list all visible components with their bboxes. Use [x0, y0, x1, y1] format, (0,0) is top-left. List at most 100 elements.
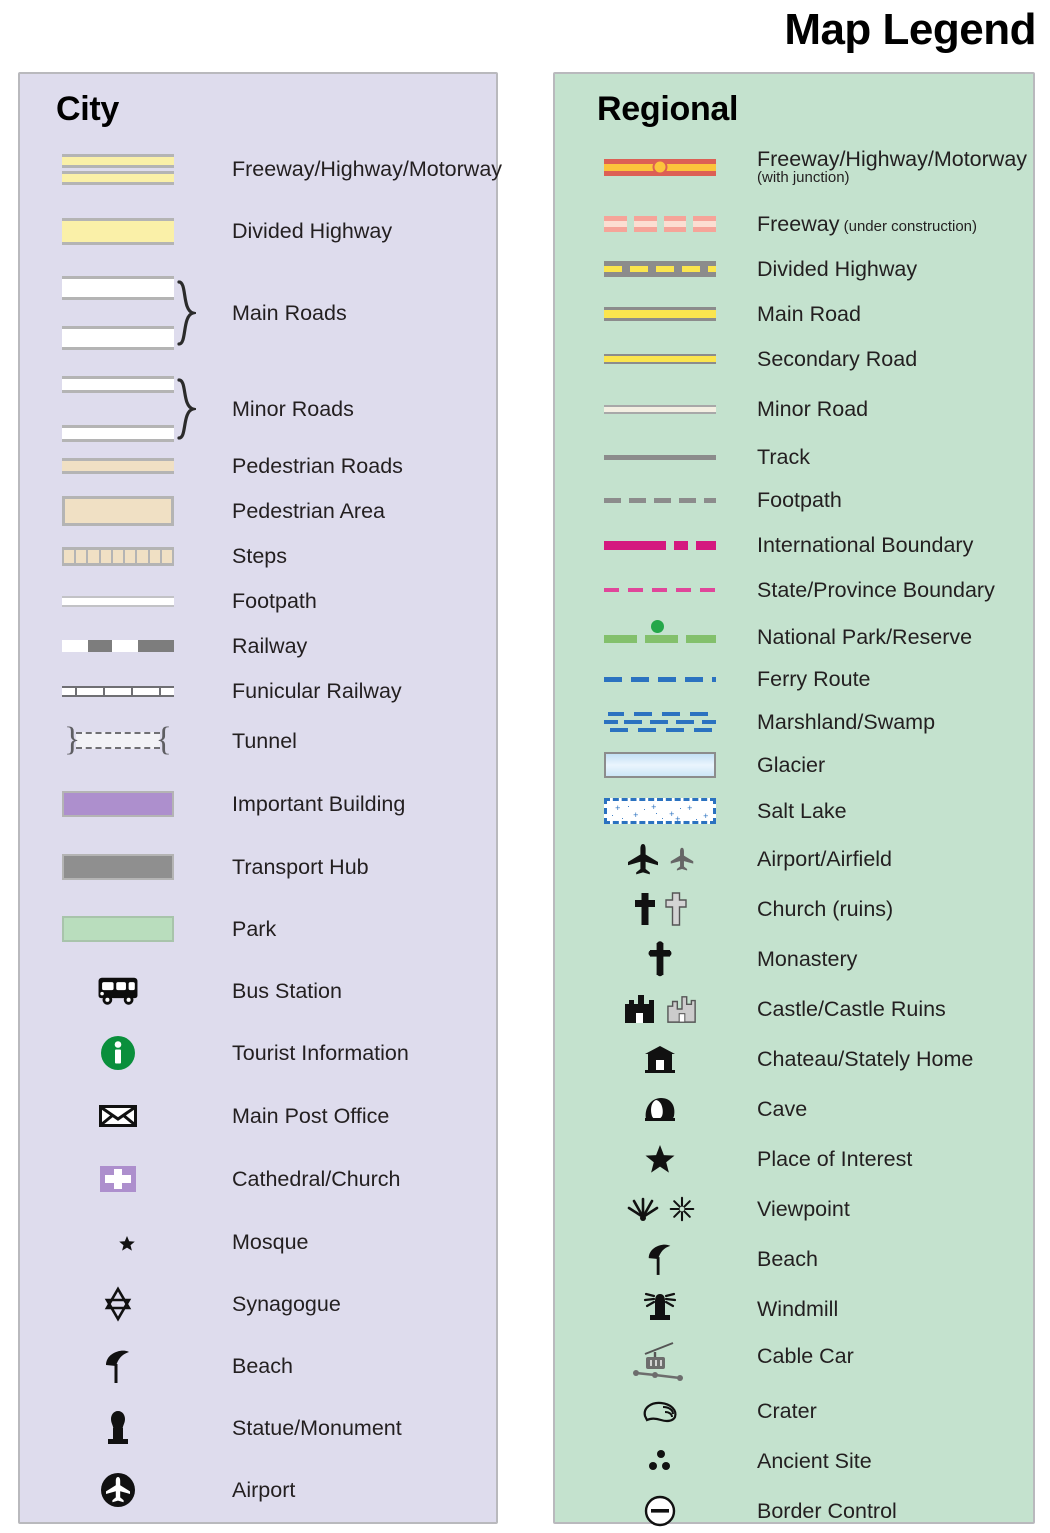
solid-gray-line-icon	[585, 442, 735, 472]
legend-item-ferry-route-regional[interactable]: Ferry Route	[555, 664, 1033, 694]
tan-road-bar-icon	[42, 451, 194, 481]
steps-hatch-bar-icon	[42, 541, 194, 571]
envelope-icon	[42, 1101, 194, 1131]
yellow-thick-line-icon	[585, 299, 735, 329]
legend-item-chateau-stately-home-regional[interactable]: Chateau/Stately Home	[555, 1044, 1033, 1074]
marsh-tick-pattern-icon	[585, 704, 735, 740]
orthodox-cross-icon	[585, 941, 735, 977]
legend-item-beach-regional[interactable]: Beach	[555, 1244, 1033, 1275]
regional-legend-panel: Regional Freeway/Highway/Motorway (with …	[553, 72, 1035, 1527]
crescent-star-icon	[42, 1227, 194, 1257]
legend-item-footpath-regional[interactable]: Footpath	[555, 485, 1033, 515]
divided-highway-bar-icon	[42, 216, 194, 246]
legend-label: Important Building	[232, 791, 406, 816]
legend-item-minor-roads-city[interactable]: Minor Roads	[20, 366, 496, 452]
legend-label: Cathedral/Church	[232, 1166, 401, 1191]
legend-item-border-control-regional[interactable]: Border Control	[555, 1495, 1033, 1527]
legend-label: Ancient Site	[757, 1448, 872, 1473]
legend-item-viewpoint-regional[interactable]: Viewpoint	[555, 1194, 1033, 1224]
two-thin-white-road-bars-icon	[42, 366, 194, 452]
information-circle-icon	[42, 1036, 194, 1070]
legend-item-funicular-railway-city[interactable]: Funicular Railway	[20, 676, 496, 706]
legend-label: Beach	[232, 1353, 293, 1378]
legend-item-cave-regional[interactable]: Cave	[555, 1094, 1033, 1124]
magenta-dash-dot-line-icon	[585, 530, 735, 560]
legend-label: State/Province Boundary	[757, 577, 995, 602]
legend-item-main-post-office-city[interactable]: Main Post Office	[20, 1101, 496, 1131]
gray-swatch-icon	[42, 852, 194, 882]
legend-item-bus-station-city[interactable]: Bus Station	[20, 976, 496, 1006]
legend-label: Cave	[757, 1096, 808, 1121]
legend-item-secondary-road-regional[interactable]: Secondary Road	[555, 344, 1033, 374]
legend-item-church-ruins-regional[interactable]: Church (ruins)	[555, 892, 1033, 926]
yellow-thin-line-icon	[585, 344, 735, 374]
legend-label: Main Road	[757, 301, 861, 326]
airplane-small-icon	[670, 847, 693, 871]
bus-icon	[42, 976, 194, 1006]
minus-circle-icon	[585, 1495, 735, 1527]
blue-dashed-line-icon	[585, 664, 735, 694]
legend-item-tourist-information-city[interactable]: Tourist Information	[20, 1036, 496, 1070]
legend-item-glacier-regional[interactable]: Glacier	[555, 750, 1033, 780]
legend-label: Cable Car	[757, 1343, 854, 1368]
legend-item-park-city[interactable]: Park	[20, 914, 496, 944]
legend-label: Monastery	[757, 946, 858, 971]
brace-icon	[176, 280, 196, 346]
legend-label: Footpath	[232, 588, 317, 613]
legend-item-marshland-swamp-regional[interactable]: Marshland/Swamp	[555, 704, 1033, 740]
legend-label: Church (ruins)	[757, 896, 894, 921]
legend-item-castle-castle-ruins-regional[interactable]: Castle/Castle Ruins	[555, 994, 1033, 1024]
legend-item-freeway-city[interactable]: Freeway/Highway/Motorway	[20, 153, 502, 185]
city-panel-heading: City	[56, 90, 120, 128]
legend-item-minor-road-regional[interactable]: Minor Road	[555, 394, 1033, 424]
legend-label: Crater	[757, 1398, 817, 1423]
legend-item-airport-airfield-regional[interactable]: Airport/Airfield	[555, 844, 1033, 875]
castle-solid-icon	[624, 995, 654, 1023]
legend-item-pedestrian-roads-city[interactable]: Pedestrian Roads	[20, 451, 496, 481]
dashed-pink-freeway-icon	[585, 209, 735, 239]
legend-item-cathedral-church-city[interactable]: Cathedral/Church	[20, 1164, 496, 1194]
legend-item-national-park-reserve-regional[interactable]: National Park/Reserve	[555, 612, 1033, 652]
legend-item-monastery-regional[interactable]: Monastery	[555, 941, 1033, 977]
legend-item-railway-city[interactable]: Railway	[20, 631, 496, 661]
legend-item-important-building-city[interactable]: Important Building	[20, 789, 496, 819]
legend-item-divided-highway-city[interactable]: Divided Highway	[20, 216, 496, 246]
viewpoint-star-icon	[669, 1196, 694, 1222]
legend-label: Minor Road	[757, 396, 869, 421]
legend-item-windmill-regional[interactable]: Windmill	[555, 1292, 1033, 1324]
legend-label: Main Post Office	[232, 1103, 390, 1128]
pink-dashed-line-icon	[585, 575, 735, 605]
legend-item-cable-car-regional[interactable]: Cable Car	[555, 1342, 1033, 1384]
legend-item-salt-lake-regional[interactable]: + + + + + + · · · · · · · · + Salt Lake	[555, 796, 1033, 826]
airplane-large-icon	[627, 844, 658, 875]
legend-item-divided-highway-regional[interactable]: Divided Highway	[555, 254, 1033, 284]
legend-item-place-of-interest-regional[interactable]: Place of Interest	[555, 1144, 1033, 1174]
legend-item-international-boundary-regional[interactable]: International Boundary	[555, 530, 1033, 560]
legend-label: Pedestrian Roads	[232, 453, 403, 478]
legend-item-tunnel-city[interactable]: } { Tunnel	[20, 723, 496, 757]
legend-item-steps-city[interactable]: Steps	[20, 541, 496, 571]
legend-item-mosque-city[interactable]: Mosque	[20, 1227, 496, 1257]
parasol-icon	[585, 1244, 735, 1275]
legend-item-synagogue-city[interactable]: Synagogue	[20, 1286, 496, 1322]
legend-item-transport-hub-city[interactable]: Transport Hub	[20, 852, 496, 882]
legend-item-statue-monument-city[interactable]: Statue/Monument	[20, 1411, 496, 1444]
salt-lake-dotted-swatch-icon: + + + + + + · · · · · · · · +	[585, 796, 735, 826]
legend-label-sub: (with junction)	[757, 168, 850, 186]
legend-item-track-regional[interactable]: Track	[555, 442, 1033, 472]
legend-item-freeway-under-construction-regional[interactable]: Freeway (under construction)	[555, 209, 1033, 239]
legend-item-beach-city[interactable]: Beach	[20, 1350, 496, 1383]
legend-item-footpath-city[interactable]: Footpath	[20, 586, 496, 616]
legend-item-crater-regional[interactable]: Crater	[555, 1396, 1033, 1426]
parasol-icon	[42, 1350, 194, 1383]
legend-item-main-roads-city[interactable]: Main Roads	[20, 270, 496, 356]
legend-item-main-road-regional[interactable]: Main Road	[555, 299, 1033, 329]
legend-item-airport-city[interactable]: Airport	[20, 1473, 496, 1507]
legend-label: Railway	[232, 633, 308, 658]
legend-item-pedestrian-area-city[interactable]: Pedestrian Area	[20, 496, 496, 526]
legend-item-ancient-site-regional[interactable]: Ancient Site	[555, 1446, 1033, 1476]
gray-yellow-dashed-center-icon	[585, 254, 735, 284]
legend-label: Windmill	[757, 1296, 839, 1321]
legend-item-freeway-regional[interactable]: Freeway/Highway/Motorway (with junction)	[555, 148, 1033, 185]
legend-item-state-province-boundary-regional[interactable]: State/Province Boundary	[555, 575, 1033, 605]
